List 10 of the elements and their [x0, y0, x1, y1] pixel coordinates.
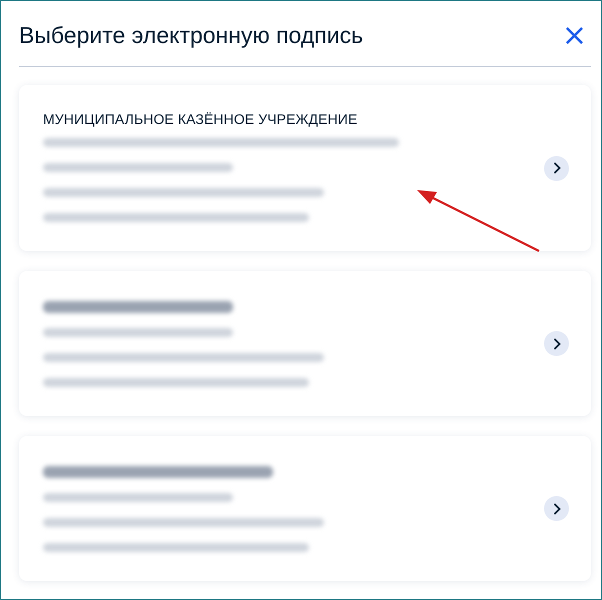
signature-card[interactable]: МУНИЦИПАЛЬНОЕ КАЗЁННОЕ УЧРЕЖДЕНИЕ: [19, 85, 591, 251]
open-button[interactable]: [544, 156, 569, 180]
open-button[interactable]: [544, 331, 569, 356]
dialog-title: Выберите электронную подпись: [19, 22, 364, 49]
close-button[interactable]: ×: [558, 20, 591, 50]
open-button[interactable]: [544, 496, 569, 521]
chevron-right-icon: [552, 338, 560, 350]
organization-name: МУНИЦИПАЛЬНОЕ КАЗЁННОЕ УЧРЕЖДЕНИЕ: [43, 111, 358, 127]
chevron-right-icon: [552, 162, 560, 174]
chevron-right-icon: [552, 502, 560, 514]
